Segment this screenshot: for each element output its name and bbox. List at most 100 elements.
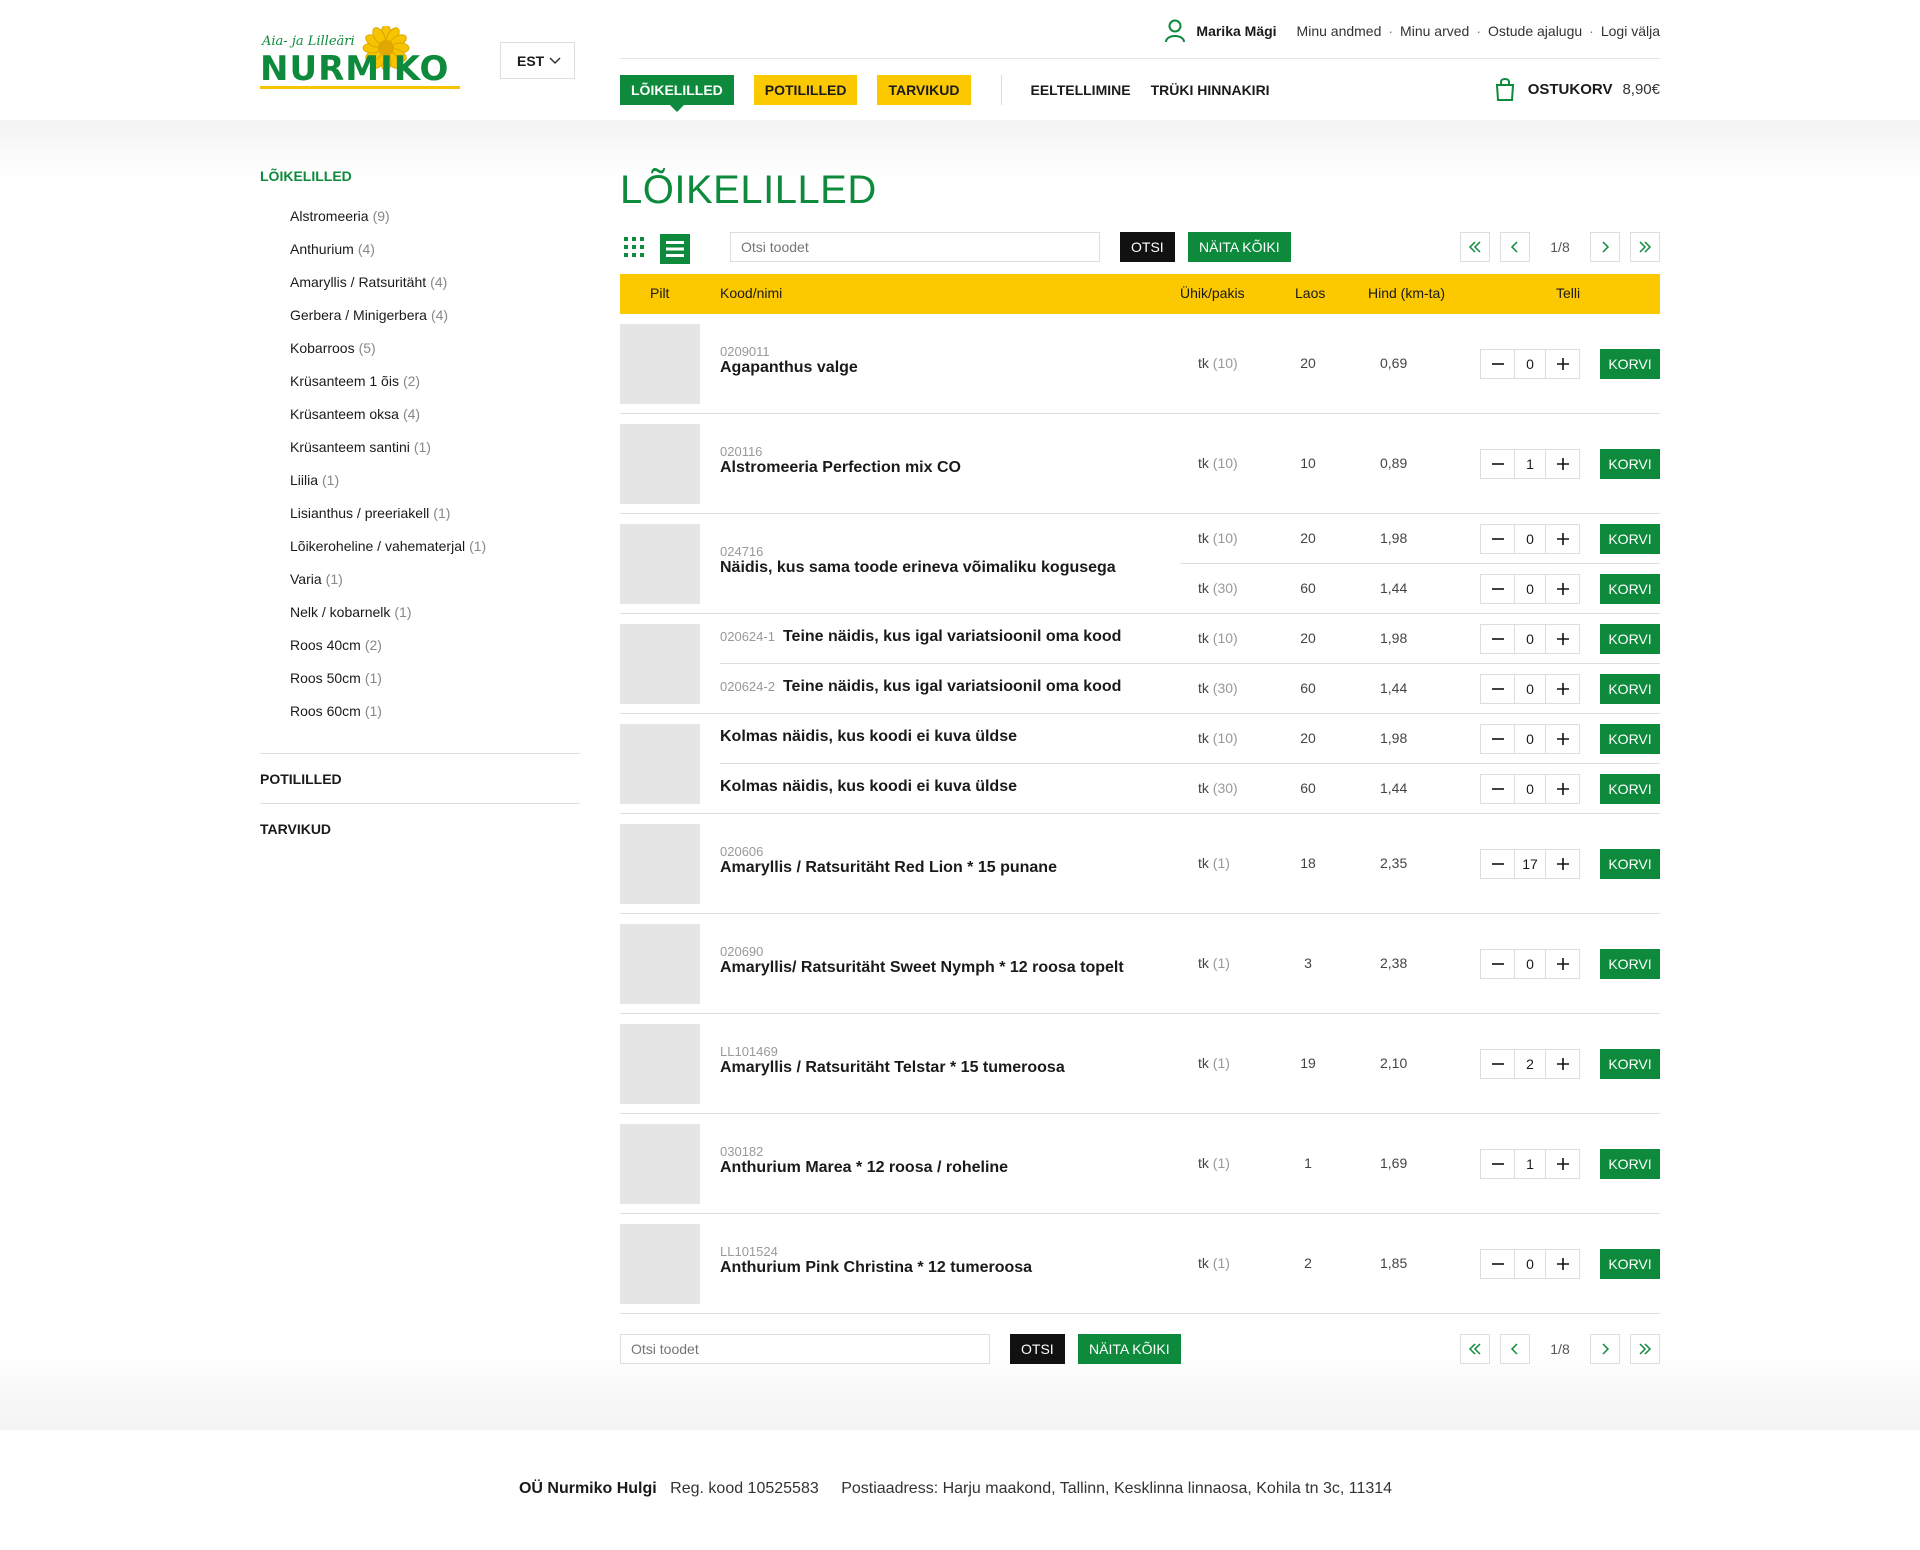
prev-page-icon[interactable] xyxy=(1500,232,1530,262)
product-name[interactable]: Agapanthus valge xyxy=(720,359,858,377)
quantity-stepper[interactable]: 0 xyxy=(1480,774,1580,804)
quantity-stepper[interactable]: 0 xyxy=(1480,574,1580,604)
search-input[interactable] xyxy=(730,232,1100,262)
product-name[interactable]: Kolmas näidis, kus koodi ei kuva üldse xyxy=(720,728,1017,746)
next-page-icon[interactable] xyxy=(1590,1334,1620,1364)
quantity-stepper[interactable]: 1 xyxy=(1480,1149,1580,1179)
sidebar-item[interactable]: Gerbera / Minigerbera (4) xyxy=(260,299,580,332)
minus-icon[interactable] xyxy=(1481,625,1514,653)
quantity-stepper[interactable]: 0 xyxy=(1480,949,1580,979)
nav-cut-flowers[interactable]: LÕIKELILLED xyxy=(620,75,734,112)
list-view-icon[interactable] xyxy=(660,234,690,264)
product-name[interactable]: Kolmas näidis, kus koodi ei kuva üldse xyxy=(720,778,1017,796)
add-to-cart-button[interactable]: KORVI xyxy=(1600,524,1660,554)
sidebar-item[interactable]: Kobarroos (5) xyxy=(260,332,580,365)
next-page-icon[interactable] xyxy=(1590,232,1620,262)
nav-print-pricelist[interactable]: TRÜKI HINNAKIRI xyxy=(1151,82,1270,98)
plus-icon[interactable] xyxy=(1546,350,1579,378)
first-page-icon[interactable] xyxy=(1460,1334,1490,1364)
logo[interactable]: Aia- ja Lilleäri NURMIKO xyxy=(260,26,465,90)
sidebar-item[interactable]: Roos 40cm (2) xyxy=(260,629,580,662)
sidebar-item[interactable]: Varia (1) xyxy=(260,563,580,596)
last-page-icon[interactable] xyxy=(1630,232,1660,262)
product-name[interactable]: Amaryllis / Ratsuritäht Telstar * 15 tum… xyxy=(720,1059,1065,1077)
product-name[interactable]: Teine näidis, kus igal variatsioonil oma… xyxy=(783,678,1121,696)
show-all-button[interactable]: NÄITA KÕIKI xyxy=(1188,232,1291,262)
link-my-details[interactable]: Minu andmed xyxy=(1297,23,1382,39)
plus-icon[interactable] xyxy=(1546,625,1579,653)
add-to-cart-button[interactable]: KORVI xyxy=(1600,624,1660,654)
plus-icon[interactable] xyxy=(1546,450,1579,478)
plus-icon[interactable] xyxy=(1546,950,1579,978)
minus-icon[interactable] xyxy=(1481,775,1514,803)
minus-icon[interactable] xyxy=(1481,450,1514,478)
last-page-icon[interactable] xyxy=(1630,1334,1660,1364)
product-name[interactable]: Anthurium Pink Christina * 12 tumeroosa xyxy=(720,1259,1032,1277)
plus-icon[interactable] xyxy=(1546,575,1579,603)
sidebar-item[interactable]: Krüsanteem oksa (4) xyxy=(260,398,580,431)
quantity-value[interactable]: 17 xyxy=(1514,850,1546,878)
quantity-value[interactable]: 1 xyxy=(1514,1150,1546,1178)
product-image[interactable] xyxy=(620,824,700,904)
quantity-stepper[interactable]: 0 xyxy=(1480,1249,1580,1279)
quantity-stepper[interactable]: 2 xyxy=(1480,1049,1580,1079)
product-name[interactable]: Amaryllis/ Ratsuritäht Sweet Nymph * 12 … xyxy=(720,959,1124,977)
add-to-cart-button[interactable]: KORVI xyxy=(1600,724,1660,754)
plus-icon[interactable] xyxy=(1546,775,1579,803)
quantity-stepper[interactable]: 0 xyxy=(1480,524,1580,554)
sidebar-item[interactable]: Krüsanteem santini (1) xyxy=(260,431,580,464)
quantity-value[interactable]: 0 xyxy=(1514,950,1546,978)
language-select[interactable]: EST xyxy=(500,42,575,79)
grid-view-icon[interactable] xyxy=(623,236,645,258)
nav-accessories[interactable]: TARVIKUD xyxy=(877,75,971,105)
sidebar-item[interactable]: Nelk / kobarnelk (1) xyxy=(260,596,580,629)
sidebar-section-potted-plants[interactable]: POTILILLED xyxy=(260,754,580,804)
sidebar-item[interactable]: Roos 50cm (1) xyxy=(260,662,580,695)
search-button-bottom[interactable]: OTSI xyxy=(1010,1334,1065,1364)
sidebar-item[interactable]: Lisianthus / preeriakell (1) xyxy=(260,497,580,530)
search-button[interactable]: OTSI xyxy=(1120,232,1175,262)
first-page-icon[interactable] xyxy=(1460,232,1490,262)
add-to-cart-button[interactable]: KORVI xyxy=(1600,674,1660,704)
link-my-invoices[interactable]: Minu arved xyxy=(1400,23,1469,39)
sidebar-item[interactable]: Alstromeeria (9) xyxy=(260,200,580,233)
sidebar-section-accessories[interactable]: TARVIKUD xyxy=(260,804,580,854)
add-to-cart-button[interactable]: KORVI xyxy=(1600,949,1660,979)
product-image[interactable] xyxy=(620,1224,700,1304)
nav-preorder[interactable]: EELTELLIMINE xyxy=(1031,82,1131,98)
add-to-cart-button[interactable]: KORVI xyxy=(1600,574,1660,604)
product-name[interactable]: Amaryllis / Ratsuritäht Red Lion * 15 pu… xyxy=(720,859,1057,877)
product-image[interactable] xyxy=(620,1024,700,1104)
sidebar-item[interactable]: Krüsanteem 1 õis (2) xyxy=(260,365,580,398)
add-to-cart-button[interactable]: KORVI xyxy=(1600,1249,1660,1279)
quantity-value[interactable]: 0 xyxy=(1514,1250,1546,1278)
quantity-value[interactable]: 0 xyxy=(1514,725,1546,753)
quantity-stepper[interactable]: 17 xyxy=(1480,849,1580,879)
add-to-cart-button[interactable]: KORVI xyxy=(1600,1149,1660,1179)
quantity-stepper[interactable]: 0 xyxy=(1480,674,1580,704)
nav-potted-plants[interactable]: POTILILLED xyxy=(753,75,858,105)
plus-icon[interactable] xyxy=(1546,1250,1579,1278)
sidebar-item[interactable]: Anthurium (4) xyxy=(260,233,580,266)
plus-icon[interactable] xyxy=(1546,1050,1579,1078)
product-image[interactable] xyxy=(620,524,700,604)
product-image[interactable] xyxy=(620,324,700,404)
product-image[interactable] xyxy=(620,424,700,504)
add-to-cart-button[interactable]: KORVI xyxy=(1600,849,1660,879)
plus-icon[interactable] xyxy=(1546,850,1579,878)
quantity-value[interactable]: 0 xyxy=(1514,675,1546,703)
minus-icon[interactable] xyxy=(1481,1150,1514,1178)
sidebar-item[interactable]: Amaryllis / Ratsuritäht (4) xyxy=(260,266,580,299)
quantity-value[interactable]: 0 xyxy=(1514,775,1546,803)
plus-icon[interactable] xyxy=(1546,1150,1579,1178)
minus-icon[interactable] xyxy=(1481,1050,1514,1078)
product-name[interactable]: Alstromeeria Perfection mix CO xyxy=(720,459,961,477)
show-all-button-bottom[interactable]: NÄITA KÕIKI xyxy=(1078,1334,1181,1364)
product-name[interactable]: Anthurium Marea * 12 roosa / roheline xyxy=(720,1159,1008,1177)
minus-icon[interactable] xyxy=(1481,350,1514,378)
product-name[interactable]: Teine näidis, kus igal variatsioonil oma… xyxy=(783,628,1121,646)
sidebar-heading-cut-flowers[interactable]: LÕIKELILLED xyxy=(260,168,580,188)
minus-icon[interactable] xyxy=(1481,1250,1514,1278)
quantity-value[interactable]: 0 xyxy=(1514,575,1546,603)
add-to-cart-button[interactable]: KORVI xyxy=(1600,774,1660,804)
